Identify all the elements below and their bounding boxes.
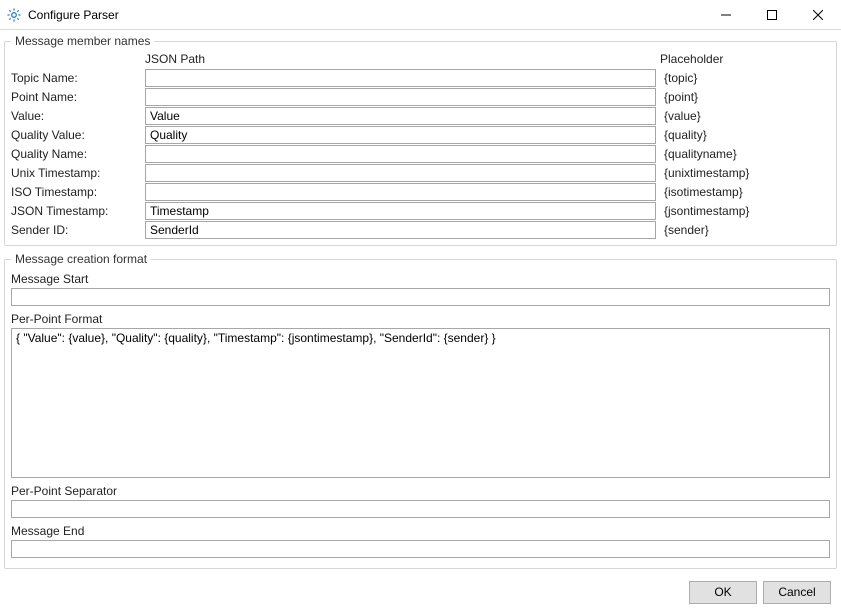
- placeholder-header: Placeholder: [660, 52, 830, 68]
- message-end-input[interactable]: [11, 540, 830, 558]
- maximize-button[interactable]: [749, 0, 795, 30]
- iso-timestamp-placeholder: {isotimestamp}: [660, 185, 830, 199]
- minimize-button[interactable]: [703, 0, 749, 30]
- window: Configure Parser Message member names JS…: [0, 0, 841, 609]
- titlebar: Configure Parser: [0, 0, 841, 30]
- creation-format-group: Message creation format Message Start Pe…: [4, 252, 837, 569]
- unix-timestamp-input[interactable]: [145, 164, 656, 182]
- row-label: Quality Value:: [11, 128, 141, 142]
- point-name-input[interactable]: [145, 88, 656, 106]
- row-label: Topic Name:: [11, 71, 141, 85]
- iso-timestamp-input[interactable]: [145, 183, 656, 201]
- message-start-label: Message Start: [11, 272, 830, 286]
- row-label: Quality Name:: [11, 147, 141, 161]
- dialog-footer: OK Cancel: [4, 575, 837, 609]
- topic-name-input[interactable]: [145, 69, 656, 87]
- topic-name-placeholder: {topic}: [660, 71, 830, 85]
- row-label: JSON Timestamp:: [11, 204, 141, 218]
- creation-format-legend: Message creation format: [11, 252, 151, 266]
- message-start-input[interactable]: [11, 288, 830, 306]
- json-path-header: JSON Path: [145, 52, 656, 68]
- ok-button[interactable]: OK: [689, 581, 757, 604]
- per-point-separator-label: Per-Point Separator: [11, 484, 830, 498]
- per-point-format-input[interactable]: [11, 328, 830, 478]
- gear-icon: [6, 7, 22, 23]
- member-names-grid: JSON Path Placeholder Topic Name: {topic…: [11, 52, 830, 239]
- sender-id-input[interactable]: [145, 221, 656, 239]
- quality-value-placeholder: {quality}: [660, 128, 830, 142]
- quality-name-placeholder: {qualityname}: [660, 147, 830, 161]
- per-point-format-label: Per-Point Format: [11, 312, 830, 326]
- client-area: Message member names JSON Path Placehold…: [0, 30, 841, 609]
- row-label: Point Name:: [11, 90, 141, 104]
- member-names-legend: Message member names: [11, 34, 154, 48]
- value-placeholder: {value}: [660, 109, 830, 123]
- row-label: Value:: [11, 109, 141, 123]
- quality-value-input[interactable]: [145, 126, 656, 144]
- json-timestamp-placeholder: {jsontimestamp}: [660, 204, 830, 218]
- row-label: ISO Timestamp:: [11, 185, 141, 199]
- window-title: Configure Parser: [28, 8, 119, 22]
- per-point-separator-input[interactable]: [11, 500, 830, 518]
- close-button[interactable]: [795, 0, 841, 30]
- point-name-placeholder: {point}: [660, 90, 830, 104]
- value-input[interactable]: [145, 107, 656, 125]
- row-label: Sender ID:: [11, 223, 141, 237]
- cancel-button[interactable]: Cancel: [763, 581, 831, 604]
- unix-timestamp-placeholder: {unixtimestamp}: [660, 166, 830, 180]
- quality-name-input[interactable]: [145, 145, 656, 163]
- member-names-group: Message member names JSON Path Placehold…: [4, 34, 837, 246]
- json-timestamp-input[interactable]: [145, 202, 656, 220]
- row-label: Unix Timestamp:: [11, 166, 141, 180]
- message-end-label: Message End: [11, 524, 830, 538]
- sender-id-placeholder: {sender}: [660, 223, 830, 237]
